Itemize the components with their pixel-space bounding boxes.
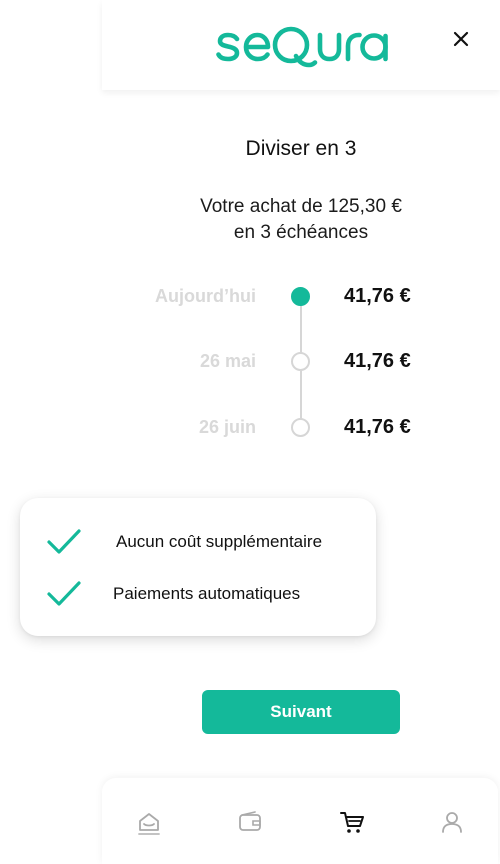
plan-subtitle: Votre achat de 125,30 € en 3 échéances: [102, 194, 500, 246]
check-icon: [46, 580, 82, 608]
check-icon: [46, 528, 82, 556]
checkout-screen: Diviser en 3 Votre achat de 125,30 € en …: [0, 0, 500, 864]
close-icon[interactable]: [448, 26, 474, 52]
installment-date: Aujourd’hui: [155, 286, 256, 306]
subtitle-line-2: en 3 échéances: [233, 222, 369, 243]
installment-row: Aujourd’hui 41,76 €: [0, 281, 500, 311]
installment-amount: 41,76 €: [344, 285, 411, 307]
benefit-label: Aucun coût supplémentaire: [116, 532, 323, 551]
timeline-dot: [291, 418, 310, 437]
user-icon[interactable]: [438, 808, 466, 836]
brand-logo: [216, 22, 388, 68]
benefits-card: Aucun coût supplémentaire Paiements auto…: [20, 498, 376, 636]
cart-icon[interactable]: [338, 808, 366, 836]
installment-row: 26 mai 41,76 €: [0, 346, 500, 376]
installment-date: 26 mai: [199, 351, 256, 371]
benefit-item: Paiements automatiques: [20, 574, 376, 614]
timeline-dot: [291, 352, 310, 371]
timeline-dot-active: [291, 287, 310, 306]
bottom-navigation: [102, 778, 498, 864]
subtitle-line-1: Votre achat de 125,30 €: [200, 196, 402, 217]
plan-title: Diviser en 3: [245, 137, 357, 160]
installment-row: 26 juin 41,76 €: [0, 412, 500, 442]
home-icon[interactable]: [135, 808, 163, 836]
benefit-label: Paiements automatiques: [113, 584, 301, 603]
wallet-icon[interactable]: [236, 808, 264, 836]
installment-date: 26 juin: [198, 417, 256, 437]
installment-amount: 41,76 €: [344, 350, 411, 372]
benefit-item: Aucun coût supplémentaire: [20, 522, 376, 562]
next-button[interactable]: Suivant: [202, 690, 400, 734]
installment-amount: 41,76 €: [344, 416, 411, 438]
